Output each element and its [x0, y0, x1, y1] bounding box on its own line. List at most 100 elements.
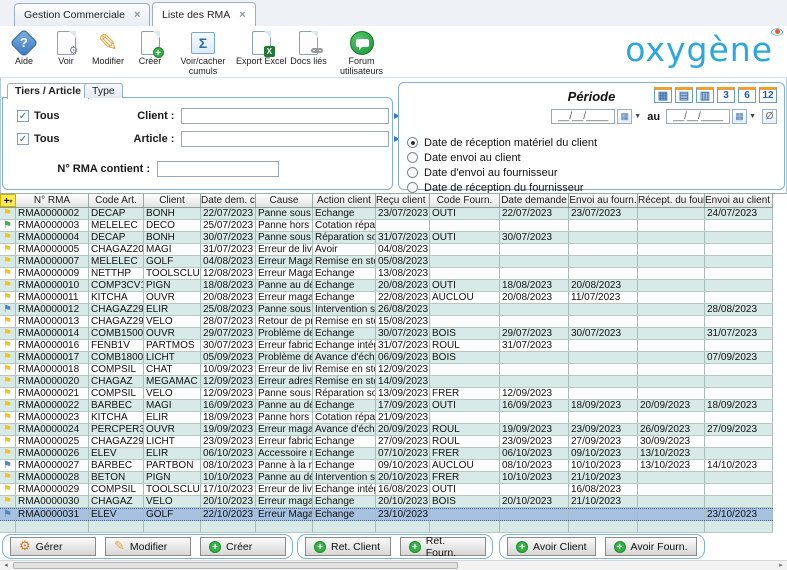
calendar-week-icon[interactable]: ▤	[675, 87, 693, 103]
table-row[interactable]: ⚑RMA0000009NETTHPTOOLSCLUB12/08/2023Erre…	[0, 268, 773, 280]
radio-option-2[interactable]: Date d'envoi au fournisseur	[407, 165, 597, 180]
scroll-right-icon[interactable]: ▸	[775, 561, 787, 570]
table-row[interactable]: ⚑RMA0000023KITCHAELIR18/09/2023Panne hor…	[0, 412, 773, 424]
footer-button-g-rer[interactable]: ⚙Gérer	[10, 537, 96, 556]
date-to-calendar-icon[interactable]: ▦	[732, 109, 747, 124]
empty-cell	[16, 521, 89, 532]
column-header-6[interactable]: Reçu client le	[376, 194, 430, 207]
table-row[interactable]: ⚑RMA0000024PERCPER3OUVR19/09/2023Erreur …	[0, 424, 773, 436]
toolbar-button-modifier[interactable]: ✎Modifier	[88, 29, 128, 67]
article-input[interactable]	[181, 131, 389, 147]
client-input[interactable]	[181, 108, 389, 124]
toolbar-button-aide[interactable]: ?Aide	[4, 29, 44, 67]
table-cell: 22/08/2023	[376, 292, 430, 303]
table-row[interactable]: ⚑RMA0000027BARBECPARTBON08/10/2023Panne …	[0, 460, 773, 472]
table-row[interactable]: ⚑RMA0000010COMP3CV10PIGN18/08/2023Panne …	[0, 280, 773, 292]
calendar-day-icon[interactable]: ▦	[654, 87, 672, 103]
table-row[interactable]: ⚑RMA0000025CHAGAZ29LICHT23/09/2023Erreur…	[0, 436, 773, 448]
radio-button-icon[interactable]	[407, 152, 418, 163]
clear-dates-button[interactable]: Ø	[762, 109, 777, 124]
filter-tab-type[interactable]: Type	[84, 83, 123, 98]
date-from-calendar-icon[interactable]: ▦	[617, 109, 632, 124]
toolbar-button-forum-utilisateurs[interactable]: Forum utilisateurs	[331, 29, 393, 77]
preset-6-months-button[interactable]: 6	[738, 87, 756, 103]
table-row[interactable]: ⚑RMA0000028BETONPIGN10/10/2023Panne au d…	[0, 472, 773, 484]
filter-tab-tiers-article[interactable]: Tiers / Article	[7, 83, 89, 99]
table-row[interactable]: ⚑RMA0000029COMPSILTOOLSCLUB17/10/2023Err…	[0, 484, 773, 496]
footer-button-ret-client[interactable]: +Ret. Client	[305, 537, 391, 556]
add-column-button[interactable]: +▾	[0, 194, 16, 207]
table-cell	[705, 364, 773, 375]
table-row[interactable]: ⚑RMA0000011KITCHAOUVR20/08/2023Erreur ma…	[0, 292, 773, 304]
table-row[interactable]: ⚑RMA0000017COMB1800LICHT05/09/2023Problè…	[0, 352, 773, 364]
table-row[interactable]: ⚑RMA0000030CHAGAZVELO20/10/2023Erreur ma…	[0, 496, 773, 508]
column-header-9[interactable]: Envoi au fourn.	[569, 194, 638, 207]
footer-button-modifier[interactable]: ✎Modifier	[105, 537, 191, 556]
table-row[interactable]: ⚑RMA0000007MELELECGOLF04/08/2023Erreur M…	[0, 256, 773, 268]
table-row[interactable]: ⚑RMA0000003MELELECDECO25/07/2023Panne ho…	[0, 220, 773, 232]
rma-contains-input[interactable]	[157, 161, 279, 177]
close-tab-icon[interactable]: ×	[134, 9, 140, 21]
column-header-0[interactable]: N° RMA	[16, 194, 89, 207]
table-row[interactable]: ⚑RMA0000018COMPSILCHAT10/09/2023Erreur d…	[0, 364, 773, 376]
toolbar-button-export-excel[interactable]: XExport Excel	[236, 29, 287, 67]
preset-12-months-button[interactable]: 12	[759, 87, 777, 103]
scroll-left-icon[interactable]: ◂	[0, 561, 12, 570]
radio-button-icon[interactable]	[407, 137, 418, 148]
table-row[interactable]: ⚑RMA0000004DECAPBONH30/07/2023Panne sous…	[0, 232, 773, 244]
sum-table-icon: Σ	[191, 29, 215, 56]
horizontal-scrollbar[interactable]: ◂ ▸	[0, 560, 787, 570]
table-row[interactable]: ⚑RMA0000012CHAGAZ29ELIR25/08/2023Panne s…	[0, 304, 773, 316]
column-header-10[interactable]: Récept. du fourn	[638, 194, 705, 207]
table-row[interactable]: ⚑RMA0000005CHAGAZ20MAGI31/07/2023Erreur …	[0, 244, 773, 256]
table-row[interactable]: ⚑RMA0000022BARBECMAGI16/09/2023Panne au …	[0, 400, 773, 412]
radio-option-0[interactable]: Date de réception matériel du client	[407, 135, 597, 150]
window-tab-gestion-commerciale[interactable]: Gestion Commerciale×	[14, 3, 150, 26]
toolbar-button-cr-er[interactable]: +Créer	[130, 29, 170, 67]
column-header-5[interactable]: Action client	[313, 194, 376, 207]
date-to-dropdown-icon[interactable]: ▼	[749, 113, 756, 120]
toolbar-button-label: Export Excel	[236, 57, 287, 67]
column-header-1[interactable]: Code Art.	[89, 194, 144, 207]
table-row[interactable]: ⚑RMA0000016FENB1VPARTMOS30/07/2023Erreur…	[0, 340, 773, 352]
table-cell	[430, 244, 500, 255]
column-header-2[interactable]: Client	[144, 194, 201, 207]
tous-article-checkbox[interactable]: ✓	[17, 133, 29, 145]
radio-option-1[interactable]: Date envoi au client	[407, 150, 597, 165]
column-header-7[interactable]: Code Fourn.	[430, 194, 500, 207]
footer-button-ret-fourn-[interactable]: +Ret. Fourn.	[400, 537, 486, 556]
scrollbar-thumb[interactable]	[13, 562, 458, 569]
column-header-3[interactable]: Date dem. cli	[201, 194, 256, 207]
table-row[interactable]: ⚑RMA0000002DECAPBONH22/07/2023Panne sous…	[0, 208, 773, 220]
column-header-4[interactable]: Cause	[256, 194, 313, 207]
toolbar-button-voir[interactable]: ⚙Voir	[46, 29, 86, 67]
toolbar-button-label: Modifier	[92, 57, 124, 67]
date-from-input[interactable]: __/__/____	[551, 109, 615, 124]
table-cell	[638, 352, 705, 363]
au-label: au	[647, 111, 660, 123]
table-cell: Echange intég	[313, 340, 376, 351]
table-row[interactable]: ⚑RMA0000014COMB1500OUVR29/07/2023Problèm…	[0, 328, 773, 340]
table-row[interactable]: ⚑RMA0000021COMPSILVELO12/09/2023Panne so…	[0, 388, 773, 400]
preset-3-months-button[interactable]: 3	[717, 87, 735, 103]
radio-button-icon[interactable]	[407, 167, 418, 178]
close-tab-icon[interactable]: ×	[239, 9, 245, 21]
column-header-8[interactable]: Date demande	[500, 194, 569, 207]
column-header-11[interactable]: Envoi au client le	[705, 194, 773, 207]
table-row[interactable]: ⚑RMA0000031ELEVGOLF22/10/2023Erreur Maga…	[0, 508, 773, 521]
table-row[interactable]: ⚑RMA0000013CHAGAZ29VELO28/07/2023Retour …	[0, 316, 773, 328]
footer-button-cr-er[interactable]: +Créer	[200, 537, 286, 556]
toolbar-button-docs-li-s[interactable]: Docs liés	[289, 29, 329, 67]
table-cell: 22/07/2023	[500, 208, 569, 219]
table-row[interactable]: ⚑RMA0000026ELEVELIR06/10/2023Accessoire …	[0, 448, 773, 460]
date-from-dropdown-icon[interactable]: ▼	[634, 113, 641, 120]
tous-client-checkbox[interactable]: ✓	[17, 110, 29, 122]
date-to-input[interactable]: __/__/____	[666, 109, 730, 124]
toolbar-button-voir-cacher-cumuls[interactable]: ΣVoir/cacher cumuls	[172, 29, 234, 77]
footer-button-avoir-client[interactable]: +Avoir Client	[507, 537, 596, 556]
table-row[interactable]: ⚑RMA0000020CHAGAZMEGAMAC12/09/2023Erreur…	[0, 376, 773, 388]
radio-button-icon[interactable]	[407, 182, 418, 193]
window-tab-liste-des-rma[interactable]: Liste des RMA×	[152, 2, 256, 26]
calendar-month-icon[interactable]: ▥	[696, 87, 714, 103]
footer-button-avoir-fourn-[interactable]: +Avoir Fourn.	[605, 537, 697, 556]
